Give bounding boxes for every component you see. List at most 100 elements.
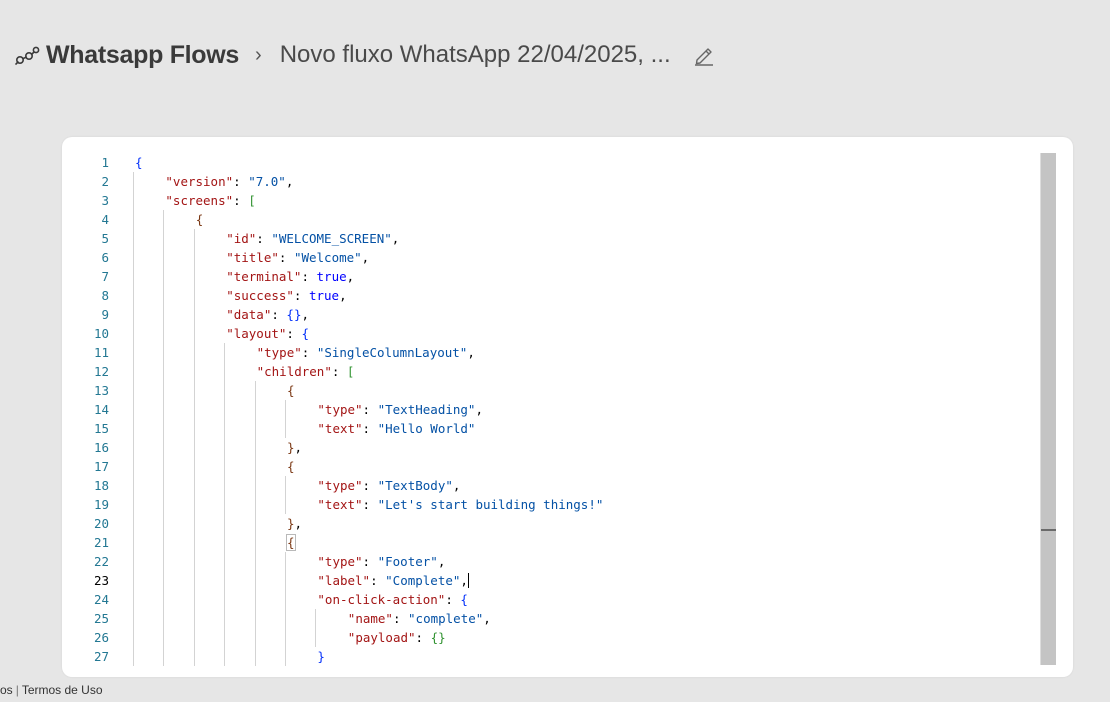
code-line[interactable]: 1{ bbox=[71, 153, 1049, 172]
code-line[interactable]: 2 "version": "7.0", bbox=[71, 172, 1049, 191]
code-line[interactable]: 15 "text": "Hello World" bbox=[71, 419, 1049, 438]
indent-guide bbox=[285, 476, 286, 495]
code-line[interactable]: 21 { bbox=[71, 533, 1049, 552]
code-line[interactable]: 9 "data": {}, bbox=[71, 305, 1049, 324]
code-line[interactable]: 26 "payload": {} bbox=[71, 628, 1049, 647]
code-line[interactable]: 17 { bbox=[71, 457, 1049, 476]
code-line[interactable]: 22 "type": "Footer", bbox=[71, 552, 1049, 571]
indent-guide bbox=[133, 476, 134, 495]
indent-guide bbox=[254, 609, 256, 628]
indent-guide bbox=[163, 628, 165, 647]
code-line[interactable]: 7 "terminal": true, bbox=[71, 267, 1049, 286]
indent-guide bbox=[224, 609, 226, 628]
code-line[interactable]: 14 "type": "TextHeading", bbox=[71, 400, 1049, 419]
code-text: "layout": { bbox=[226, 326, 309, 341]
page-footer: os | Termos de Uso bbox=[0, 683, 103, 697]
json-editor-card: 1{2 "version": "7.0", 3 "screens": [4{5 "id"… bbox=[62, 137, 1073, 677]
indent-guide bbox=[133, 305, 134, 324]
code-line[interactable]: 13 { bbox=[71, 381, 1049, 400]
code-text: "type": "TextBody", bbox=[317, 478, 461, 493]
code-text: "label": "Complete", bbox=[317, 573, 469, 588]
code-line[interactable]: 11 "type": "SingleColumnLayout", bbox=[71, 343, 1049, 362]
code-text: "success": true, bbox=[226, 288, 347, 303]
indent-guide bbox=[133, 267, 134, 286]
code-line[interactable]: 23 "label": "Complete", bbox=[71, 571, 1049, 590]
breadcrumb-chevron-icon: › bbox=[255, 43, 262, 66]
code-line[interactable]: 3 "screens": [ bbox=[71, 191, 1049, 210]
indent-guide bbox=[254, 438, 256, 457]
code-line[interactable]: 19 "text": "Let's start building things!" bbox=[71, 495, 1049, 514]
indent-guide bbox=[163, 210, 165, 229]
line-number: 20 bbox=[93, 516, 109, 531]
line-number: 16 bbox=[93, 440, 109, 455]
indent-guide bbox=[193, 514, 195, 533]
code-line[interactable]: 6 "title": "Welcome", bbox=[71, 248, 1049, 267]
indent-guide bbox=[133, 533, 134, 552]
footer-terms-link[interactable]: Termos de Uso bbox=[22, 683, 103, 697]
indent-guide bbox=[163, 609, 165, 628]
indent-guide bbox=[254, 628, 256, 647]
indent-guide bbox=[193, 400, 195, 419]
indent-guide bbox=[193, 647, 195, 666]
code-editor[interactable]: 1{2 "version": "7.0", 3 "screens": [4{5 "id"… bbox=[71, 153, 1049, 667]
indent-guide bbox=[193, 229, 195, 248]
indent-guide bbox=[224, 628, 226, 647]
code-line[interactable]: 27} bbox=[71, 647, 1049, 666]
indent-guide bbox=[133, 590, 134, 609]
indent-guide bbox=[163, 514, 165, 533]
indent-guide bbox=[163, 571, 165, 590]
line-number: 22 bbox=[93, 554, 109, 569]
code-line[interactable]: 25 "name": "complete", bbox=[71, 609, 1049, 628]
indent-guide bbox=[224, 381, 226, 400]
indent-guide bbox=[163, 343, 165, 362]
code-line[interactable]: 10 "layout": { bbox=[71, 324, 1049, 343]
line-number: 25 bbox=[93, 611, 109, 626]
code-line[interactable]: 4{ bbox=[71, 210, 1049, 229]
code-text: { bbox=[287, 459, 295, 474]
indent-guide bbox=[224, 495, 226, 514]
indent-guide bbox=[224, 514, 226, 533]
indent-guide bbox=[133, 229, 134, 248]
line-number: 27 bbox=[93, 649, 109, 664]
indent-guide bbox=[193, 343, 195, 362]
code-text: }, bbox=[287, 440, 303, 455]
code-line[interactable]: 16}, bbox=[71, 438, 1049, 457]
indent-guide bbox=[254, 590, 256, 609]
code-text: { bbox=[286, 534, 296, 551]
code-line[interactable]: 20}, bbox=[71, 514, 1049, 533]
indent-guide bbox=[133, 552, 134, 571]
code-text: }, bbox=[287, 516, 303, 531]
indent-guide bbox=[133, 514, 134, 533]
brand-title[interactable]: Whatsapp Flows bbox=[46, 41, 239, 70]
editor-scrollbar[interactable] bbox=[1040, 153, 1056, 665]
footer-link-partial[interactable]: os bbox=[0, 683, 13, 697]
indent-guide bbox=[254, 381, 256, 400]
line-number: 5 bbox=[101, 231, 109, 246]
edit-pencil-icon[interactable] bbox=[693, 44, 715, 66]
code-text: "type": "Footer", bbox=[317, 554, 446, 569]
indent-guide bbox=[133, 362, 134, 381]
indent-guide bbox=[254, 514, 256, 533]
indent-guide bbox=[163, 533, 165, 552]
code-text: "name": "complete", bbox=[347, 611, 491, 626]
code-text: } bbox=[317, 649, 325, 664]
page-header: Whatsapp Flows › Novo fluxo WhatsApp 22/… bbox=[14, 36, 715, 74]
code-text: { bbox=[135, 155, 143, 170]
code-text: "type": "SingleColumnLayout", bbox=[256, 345, 475, 360]
indent-guide bbox=[193, 267, 195, 286]
code-line[interactable]: 24 "on-click-action": { bbox=[71, 590, 1049, 609]
code-line[interactable]: 12 "children": [ bbox=[71, 362, 1049, 381]
code-line[interactable]: 18 "type": "TextBody", bbox=[71, 476, 1049, 495]
indent-guide bbox=[285, 609, 286, 628]
code-text: "terminal": true, bbox=[226, 269, 355, 284]
indent-guide bbox=[224, 419, 226, 438]
line-number: 1 bbox=[101, 155, 109, 170]
indent-guide bbox=[163, 286, 165, 305]
indent-guide bbox=[163, 267, 165, 286]
code-line[interactable]: 8 "success": true, bbox=[71, 286, 1049, 305]
code-line[interactable]: 5 "id": "WELCOME_SCREEN", bbox=[71, 229, 1049, 248]
line-number: 2 bbox=[101, 174, 109, 189]
line-number: 6 bbox=[101, 250, 109, 265]
indent-guide bbox=[133, 400, 134, 419]
line-number: 17 bbox=[93, 459, 109, 474]
